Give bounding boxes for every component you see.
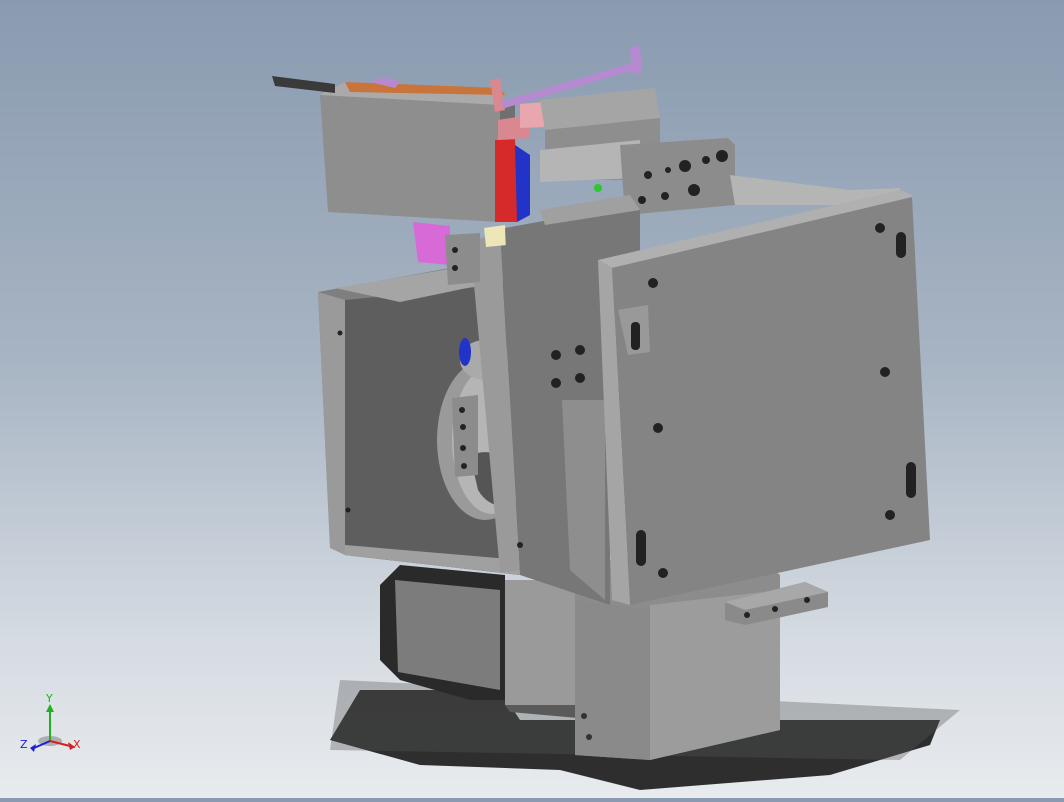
triad-y-label: Y (46, 692, 53, 705)
triad-x-label: X (73, 738, 81, 751)
left-bracket (445, 233, 480, 285)
upper-plate (620, 138, 735, 215)
3d-viewport[interactable] (0, 0, 1064, 798)
triad-axes (30, 704, 75, 752)
magenta-block (413, 222, 450, 265)
coordinate-triad[interactable]: Y X Z (18, 692, 88, 766)
top-left-box (320, 82, 515, 222)
assembly-model[interactable] (0, 0, 1064, 798)
red-blue-blocks (495, 140, 530, 222)
right-plate (598, 190, 930, 605)
triad-z-label: Z (20, 738, 28, 751)
crank-arm (452, 395, 478, 477)
